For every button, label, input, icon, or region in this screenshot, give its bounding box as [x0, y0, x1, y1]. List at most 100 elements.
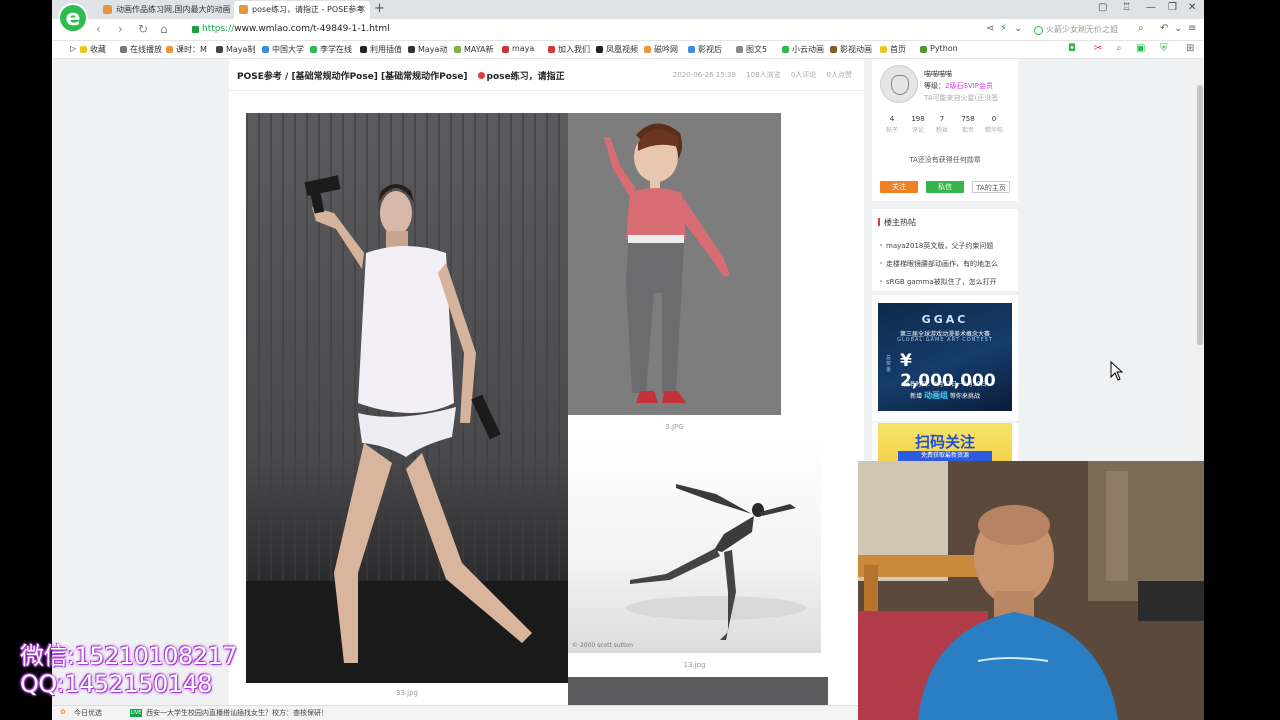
tab-animation-site[interactable]: 动画作品练习网,国内最大的动画	[98, 1, 234, 19]
extension-icon[interactable]: ◘	[1068, 43, 1076, 54]
back-icon[interactable]: ‹	[96, 22, 101, 36]
comment-count[interactable]: 0人评论	[791, 71, 816, 79]
bookmark-item[interactable]: 凤凰视频	[596, 44, 638, 55]
secure-lock-icon	[192, 26, 199, 33]
author-home-button[interactable]: TA的主页	[972, 181, 1010, 193]
follow-button[interactable]: 关注	[880, 181, 918, 193]
divider	[229, 90, 864, 91]
url-input[interactable]: https://www.wmlao.com/t-49849-1-1.html	[202, 24, 390, 34]
news-ticker[interactable]: 西安一大学生校园内直播搭讪插找女生？校方：查核保研！	[146, 708, 328, 718]
bookmark-item[interactable]: 收藏	[80, 44, 106, 55]
author-signature: TA可能来自火星(还没签	[924, 94, 999, 102]
tab-pose-practice[interactable]: pose练习，请指正 - POSE参考 ✕	[234, 1, 370, 19]
site-favicon-icon	[103, 5, 112, 14]
bookmark-item[interactable]: 图文5	[736, 44, 767, 55]
bookmark-item[interactable]: 影视后	[688, 44, 722, 55]
photo-caption: 3.JPG	[665, 423, 684, 431]
minimize-icon[interactable]: —	[1146, 2, 1156, 13]
ggac-contest-ad[interactable]: GGAC 第三届全球游戏动漫美术概念大赛 GLOBAL GAME ART CON…	[878, 303, 1012, 411]
undo-icon[interactable]: ↶	[1160, 23, 1168, 34]
message-button[interactable]: 私信	[926, 181, 964, 193]
forward-icon[interactable]: ›	[118, 22, 123, 36]
dropdown-icon[interactable]: ⌄	[1014, 23, 1022, 34]
pose-photo-3d-character[interactable]	[568, 113, 781, 415]
stat-comments[interactable]: 198 评论	[906, 115, 930, 134]
today-picks[interactable]: 今日优选	[74, 708, 102, 718]
pose-photo-woman-pistols[interactable]	[246, 113, 568, 683]
qq-watermark: QQ:1452150148	[20, 670, 213, 698]
bookmark-item[interactable]: 磁吟网	[644, 44, 678, 55]
author-card: 喵喵喵喵 等级：2级石SVIP会员 TA可能来自火星(还没签 4 帖子 198 评论…	[872, 59, 1018, 201]
tab-bar: 动画作品练习网,国内最大的动画 pose练习，请指正 - POSE参考 ✕ + …	[52, 0, 1204, 19]
extension-icon[interactable]: ⌕	[1116, 43, 1122, 54]
bookmark-item[interactable]: 影视动画	[830, 44, 872, 55]
photo-credit: © 2000 scott sutton	[572, 642, 633, 649]
site-favicon-icon	[239, 5, 248, 14]
bookmark-item[interactable]: MAYA新	[454, 44, 494, 55]
bookmark-item[interactable]: 在线播放	[120, 44, 162, 55]
post-heading: pose练习，请指正	[486, 72, 565, 82]
skin-icon[interactable]: ♖	[1122, 2, 1131, 13]
no-medal-text: TA还没有获得任何勋章	[909, 156, 981, 164]
share-icon[interactable]: ⋖	[986, 23, 994, 34]
pose-photo-partial[interactable]	[568, 677, 828, 705]
bookmark-item[interactable]: 李学在线	[310, 44, 352, 55]
home-icon[interactable]: ⌂	[160, 22, 168, 36]
mouse-cursor-icon	[1110, 361, 1124, 381]
pose-photo-dancer[interactable]: © 2000 scott sutton	[568, 438, 821, 653]
like-count[interactable]: 0人点赞	[827, 71, 852, 79]
post-tags[interactable]: [基础常规动作Pose] [基础常规动作Pose]	[291, 72, 467, 82]
scrollbar-thumb[interactable]	[1197, 85, 1203, 345]
search-icon[interactable]: ⌕	[1138, 23, 1144, 34]
photo-caption: 13.jpg	[683, 661, 706, 669]
bookmark-item[interactable]: Maya制	[216, 44, 255, 55]
stat-featured[interactable]: 0 精华帖	[982, 115, 1006, 134]
right-black-border	[1204, 0, 1280, 720]
extension-icon[interactable]: ▣	[1136, 43, 1145, 54]
close-window-icon[interactable]: ✕	[1188, 2, 1196, 13]
left-black-border	[0, 0, 52, 720]
stat-coins[interactable]: 758 街币	[956, 115, 980, 134]
search-input[interactable]: 火箭少女刷无价之姐	[1032, 22, 1147, 37]
bookmark-item[interactable]: 利用插值	[360, 44, 402, 55]
breadcrumb[interactable]: POSE参考 /	[237, 72, 288, 82]
stat-posts[interactable]: 4 帖子	[880, 115, 904, 134]
hot-posts-title: 楼主热帖	[878, 217, 916, 228]
dancer-drawing	[626, 484, 806, 640]
refresh-icon[interactable]: ↻	[138, 22, 148, 36]
scan-follow-ad[interactable]: 扫码关注 免费获取最新资源	[878, 423, 1012, 461]
stat-fans[interactable]: 7 粉丝	[930, 115, 954, 134]
bookmark-item[interactable]: 课时：M	[166, 44, 207, 55]
extension-icon[interactable]: ✂	[1094, 43, 1102, 54]
speed-icon[interactable]: ⚡	[1000, 23, 1007, 34]
bookmark-item[interactable]: 中国大学	[262, 44, 304, 55]
bookmark-item[interactable]: 首页	[880, 44, 906, 55]
post-panel: POSE参考 / [基础常规动作Pose] [基础常规动作Pose] pose练习…	[229, 59, 864, 705]
bookmarks-toggle-icon[interactable]: ▷	[60, 44, 76, 53]
live-badge: LIVE	[130, 709, 142, 717]
hot-post-link[interactable]: maya2018英文版，父子约束问题	[880, 241, 1010, 251]
extension-icon[interactable]: ⛨	[1160, 43, 1168, 54]
grid-icon[interactable]: ⊞	[1186, 43, 1194, 54]
menu-icon[interactable]: ▢	[1098, 2, 1107, 13]
chevron-down-icon[interactable]: ⌄	[1174, 23, 1182, 34]
hot-post-link[interactable]: sRGB gamma被拟住了，怎么打开	[880, 277, 1010, 287]
author-name[interactable]: 喵喵喵喵	[924, 69, 952, 79]
wechat-watermark: 微信:15210108217	[20, 642, 238, 670]
hot-posts-card: 楼主热帖 maya2018英文版，父子约束问题 走楼梯眼镜腰部动画作，有的地怎么…	[872, 209, 1018, 291]
avatar[interactable]	[880, 65, 918, 103]
character-drawing	[604, 123, 730, 403]
bookmark-item[interactable]: Maya动	[408, 44, 447, 55]
post-title: POSE参考 / [基础常规动作Pose] [基础常规动作Pose] pose练习…	[237, 69, 565, 82]
hamburger-menu-icon[interactable]: ≡	[1188, 23, 1196, 34]
bookmarks-bar: ▷ 收藏 在线播放 课时：M Maya制 中国大学 李学在线 利用插值 Maya…	[52, 41, 1204, 59]
close-tab-icon[interactable]: ✕	[358, 1, 366, 19]
bookmark-item[interactable]: Python	[920, 44, 958, 53]
hot-post-link[interactable]: 走楼梯眼镜腰部动画作，有的地怎么	[880, 259, 1010, 269]
bookmark-item[interactable]: maya	[502, 44, 534, 53]
bookmark-item[interactable]: 小云动画	[782, 44, 824, 55]
gift-icon: ✿	[60, 708, 66, 716]
maximize-icon[interactable]: ❐	[1168, 2, 1177, 13]
new-tab-button[interactable]: +	[374, 0, 385, 18]
bookmark-item[interactable]: 加入我们	[548, 44, 590, 55]
